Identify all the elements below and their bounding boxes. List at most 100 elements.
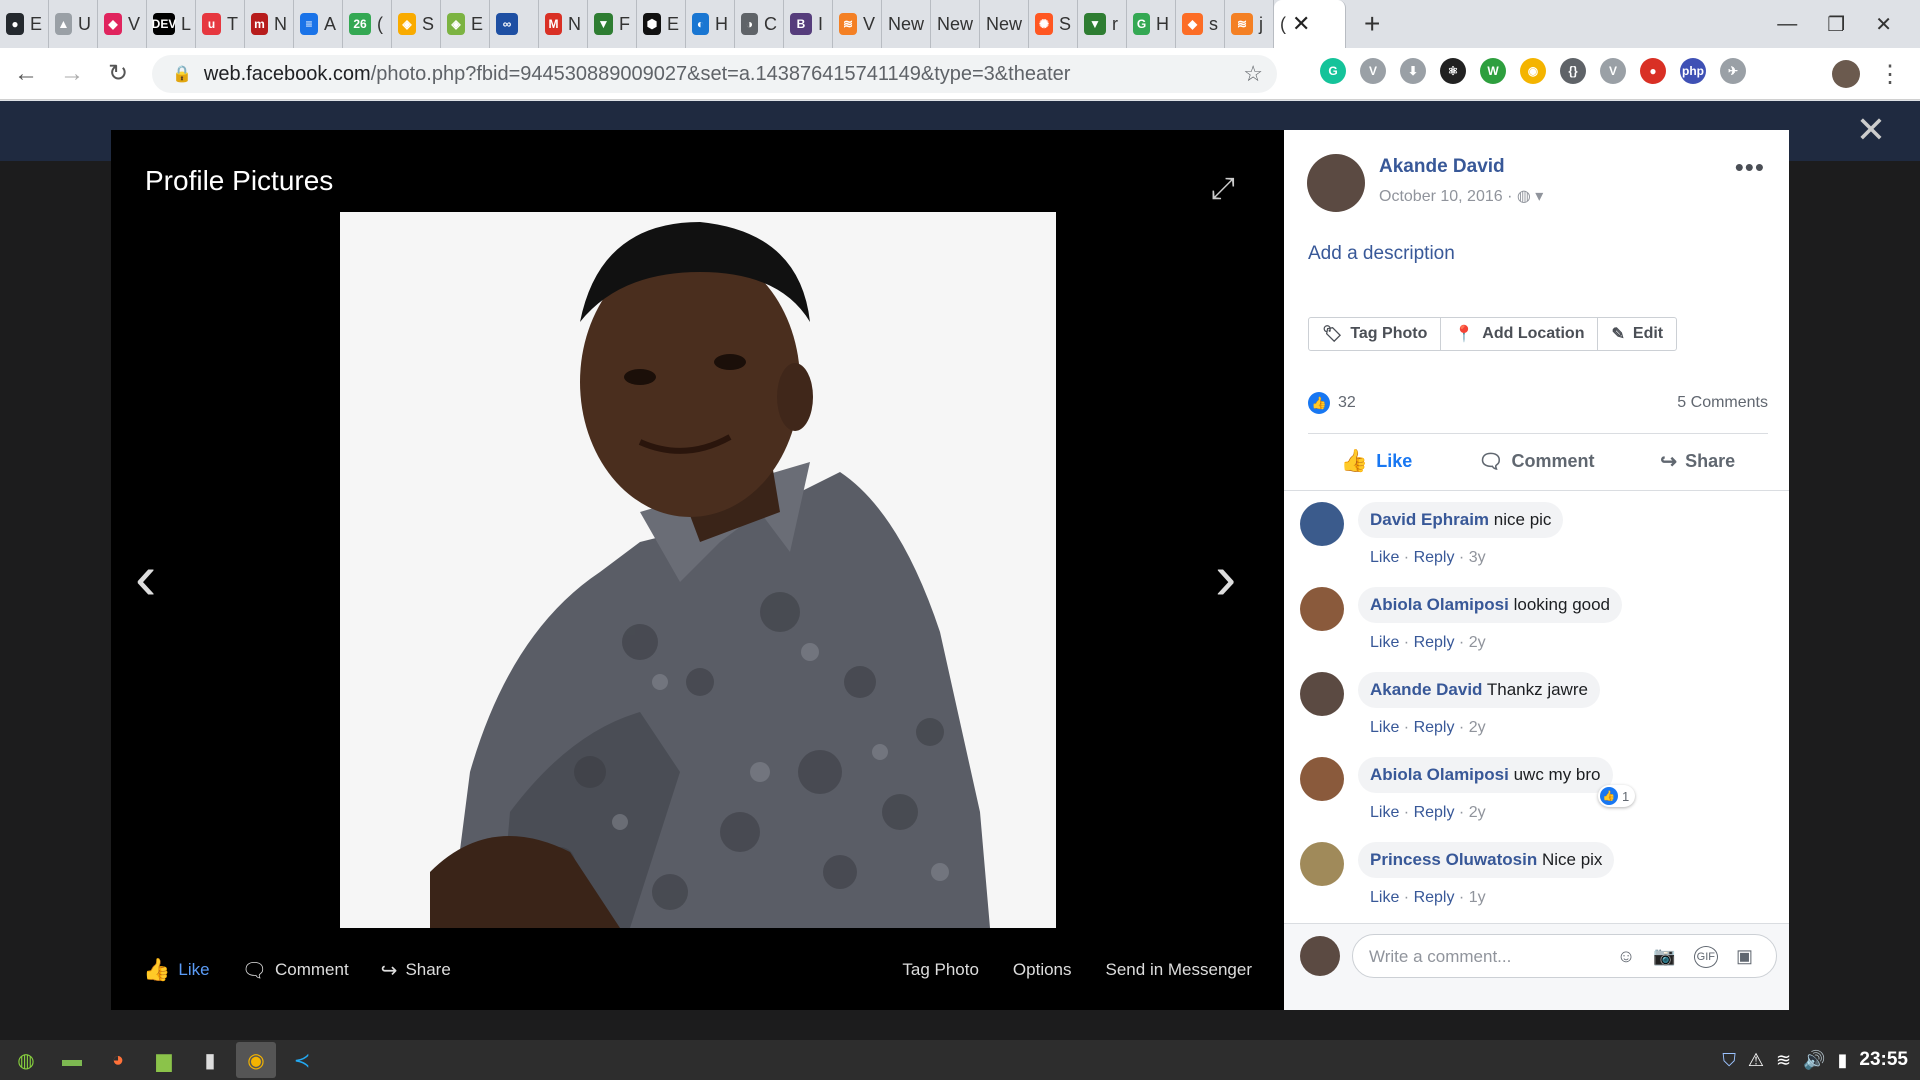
new-tab-icon[interactable]: +	[1346, 8, 1398, 40]
comment-like-link[interactable]: Like	[1370, 804, 1399, 821]
extension-icon[interactable]: W	[1480, 58, 1506, 84]
commenter-avatar[interactable]	[1300, 842, 1344, 886]
extension-icon[interactable]: V	[1600, 58, 1626, 84]
commenter-avatar[interactable]	[1300, 502, 1344, 546]
browser-tab[interactable]: (✕	[1274, 0, 1346, 48]
browser-tab[interactable]: uT	[196, 0, 245, 48]
shield-icon[interactable]: ⛉	[1722, 1050, 1736, 1071]
browser-tab[interactable]: New	[980, 0, 1029, 48]
extension-icon[interactable]: ⚛	[1440, 58, 1466, 84]
emoji-icon[interactable]: ☺	[1617, 946, 1635, 968]
reload-icon[interactable]: ↻	[98, 59, 138, 88]
like-count[interactable]: 32	[1338, 394, 1356, 412]
browser-tab[interactable]: BI	[784, 0, 833, 48]
minimize-icon[interactable]: —	[1777, 13, 1797, 36]
chrome-icon[interactable]: ◉	[236, 1042, 276, 1078]
profile-photo[interactable]	[340, 212, 1056, 928]
browser-tab[interactable]: ▼ r	[1078, 0, 1127, 48]
author-avatar[interactable]	[1307, 154, 1365, 212]
bookmark-star-icon[interactable]: ☆	[1243, 61, 1263, 87]
extension-icon[interactable]: ✈	[1720, 58, 1746, 84]
browser-menu-icon[interactable]: ⋮	[1878, 60, 1902, 89]
show-desktop-icon[interactable]: ▬	[52, 1042, 92, 1078]
vscode-icon[interactable]: ≺	[282, 1042, 322, 1078]
extension-icon[interactable]: php	[1680, 58, 1706, 84]
comment-age[interactable]: 2y	[1469, 719, 1486, 736]
browser-tab[interactable]: DEV L	[147, 0, 196, 48]
tab-close-icon[interactable]: ✕	[1292, 11, 1310, 37]
comment-like-link[interactable]: Like	[1370, 889, 1399, 906]
browser-tab[interactable]: New	[882, 0, 931, 48]
extension-icon[interactable]: ◉	[1520, 58, 1546, 84]
browser-tab[interactable]: ● E	[0, 0, 49, 48]
comment-reaction[interactable]: 👍 1	[1598, 785, 1636, 807]
gif-icon[interactable]: GIF	[1693, 946, 1718, 968]
browser-tab[interactable]: ◐ H	[686, 0, 735, 48]
comment-like-link[interactable]: Like	[1370, 634, 1399, 651]
browser-tab[interactable]: ◈ E	[441, 0, 490, 48]
browser-tab[interactable]: ≋ j	[1225, 0, 1274, 48]
browser-tab[interactable]: ≋ V	[833, 0, 882, 48]
browser-tab[interactable]: MN	[539, 0, 588, 48]
browser-tab[interactable]: ∞	[490, 0, 539, 48]
comment-age[interactable]: 3y	[1469, 549, 1486, 566]
commenter-avatar[interactable]	[1300, 757, 1344, 801]
edit-button[interactable]: ✎ Edit	[1598, 318, 1676, 350]
next-photo-icon[interactable]: ›	[1215, 540, 1236, 614]
theater-comment-button[interactable]: 🗨 Comment	[242, 958, 349, 983]
comment-like-link[interactable]: Like	[1370, 549, 1399, 566]
commenter-name[interactable]: Akande David	[1370, 680, 1482, 699]
browser-tab[interactable]: GH	[1127, 0, 1176, 48]
extension-icon[interactable]: ⬇	[1400, 58, 1426, 84]
more-options-icon[interactable]: •••	[1735, 152, 1765, 183]
camera-icon[interactable]: 📷	[1653, 946, 1675, 968]
extension-icon[interactable]: ●	[1640, 58, 1666, 84]
extension-icon[interactable]: G	[1320, 58, 1346, 84]
comment-reply-link[interactable]: Reply	[1414, 804, 1455, 821]
browser-tab[interactable]: ◑ C	[735, 0, 784, 48]
author-name[interactable]: Akande David	[1379, 156, 1543, 178]
theater-like-button[interactable]: 👍 Like	[143, 957, 210, 983]
browser-tab[interactable]: ▼ F	[588, 0, 637, 48]
battery-icon[interactable]: ▮	[1837, 1050, 1847, 1071]
commenter-name[interactable]: Abiola Olamiposi	[1370, 595, 1509, 614]
address-bar[interactable]: 🔒 web.facebook.com/photo.php?fbid=944530…	[152, 55, 1277, 93]
send-in-messenger-link[interactable]: Send in Messenger	[1106, 960, 1252, 980]
browser-tab[interactable]: ◆ s	[1176, 0, 1225, 48]
comment-reply-link[interactable]: Reply	[1414, 889, 1455, 906]
sticker-icon[interactable]: ▣	[1736, 946, 1753, 968]
terminal-icon[interactable]: ▮	[190, 1042, 230, 1078]
back-icon[interactable]: ←	[6, 60, 46, 88]
comment-age[interactable]: 2y	[1469, 634, 1486, 651]
close-window-icon[interactable]: ✕	[1875, 12, 1892, 37]
comment-reply-link[interactable]: Reply	[1414, 634, 1455, 651]
globe-privacy-icon[interactable]: ◍ ▾	[1517, 188, 1543, 205]
comment-count[interactable]: 5 Comments	[1677, 394, 1768, 412]
previous-photo-icon[interactable]: ‹	[135, 540, 156, 614]
comment-like-link[interactable]: Like	[1370, 719, 1399, 736]
clock[interactable]: 23:55	[1859, 1049, 1908, 1071]
browser-tab[interactable]: 26 (	[343, 0, 392, 48]
browser-tab[interactable]: mN	[245, 0, 294, 48]
comment-age[interactable]: 1y	[1469, 889, 1486, 906]
wifi-icon[interactable]: ≋	[1776, 1050, 1791, 1071]
commenter-avatar[interactable]	[1300, 672, 1344, 716]
extension-icon[interactable]: {}	[1560, 58, 1586, 84]
firefox-icon[interactable]: ◕	[98, 1042, 138, 1078]
theater-share-button[interactable]: ↪ Share	[381, 958, 451, 983]
close-theater-icon[interactable]: ✕	[1856, 109, 1886, 151]
profile-avatar[interactable]	[1832, 60, 1860, 88]
commenter-avatar[interactable]	[1300, 587, 1344, 631]
warning-icon[interactable]: ⚠	[1748, 1050, 1764, 1071]
browser-tab[interactable]: ◈ S	[392, 0, 441, 48]
theater-tag-photo-link[interactable]: Tag Photo	[902, 960, 979, 980]
forward-icon[interactable]: →	[52, 60, 92, 88]
browser-tab[interactable]: New	[931, 0, 980, 48]
commenter-name[interactable]: Abiola Olamiposi	[1370, 765, 1509, 784]
comment-reply-link[interactable]: Reply	[1414, 719, 1455, 736]
comment-age[interactable]: 2y	[1469, 804, 1486, 821]
files-icon[interactable]: ▆	[144, 1042, 184, 1078]
expand-icon[interactable]: ⤢	[1211, 172, 1235, 206]
comment-reply-link[interactable]: Reply	[1414, 549, 1455, 566]
browser-tab[interactable]: ≡ A	[294, 0, 343, 48]
